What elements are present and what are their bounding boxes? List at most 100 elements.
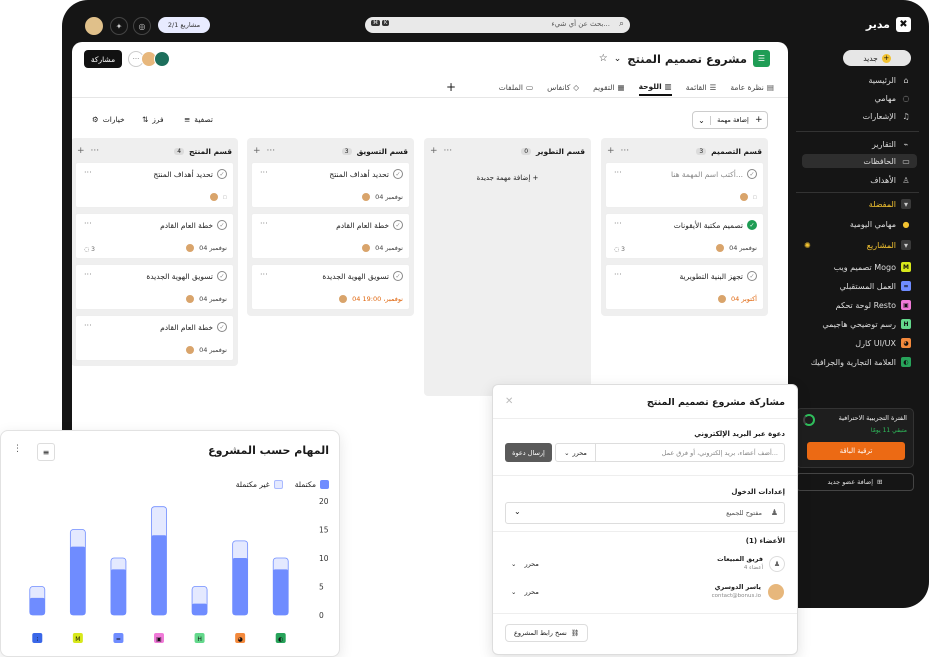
star-icon[interactable]: ☆ — [599, 53, 608, 64]
tab-2[interactable]: ▥ اللوحة — [638, 82, 672, 96]
sidebar-project-4[interactable]: كارل UI/UX ◕ — [855, 336, 911, 350]
globe-icon[interactable]: ◎ — [133, 17, 151, 35]
access-select[interactable]: ♟ مفتوح للجميع ⌄ — [505, 502, 785, 524]
tab-icon: ▭ — [526, 83, 534, 92]
check-circle-icon[interactable]: ✓ — [747, 220, 757, 230]
check-circle-icon[interactable]: ✓ — [217, 220, 227, 230]
sidebar-item-portfolios[interactable]: الحافظات ▭ — [802, 154, 917, 168]
sidebar-project-1[interactable]: العمل المستقبلي = — [840, 279, 911, 293]
task-card[interactable]: ✓ تسويق الهوية الجديدة ··· 04 نوفمبر، 19:00 — [251, 264, 410, 310]
sidebar-item-daily[interactable]: مهامي اليومية ● — [850, 217, 911, 231]
member-role-select[interactable]: ⌄ محرر — [511, 588, 539, 596]
task-card[interactable]: ✓ أكتب اسم المهمة هنا... ··· ▫ — [605, 162, 764, 208]
favorites-section[interactable]: المفضلة ▾ — [869, 197, 911, 211]
check-circle-icon[interactable]: ✓ — [747, 271, 757, 281]
projects-section[interactable]: ✺ المشاريع ▾ — [804, 238, 911, 252]
sparkle-icon[interactable]: ✦ — [110, 17, 128, 35]
task-card[interactable]: ✓ تسويق الهوية الجديدة ··· 04 نوفمبر — [75, 264, 234, 310]
add-card-icon[interactable]: + — [253, 146, 261, 156]
more-icon[interactable]: ··· — [260, 270, 268, 279]
add-task-inline[interactable]: إضافة مهمة جديدة + — [424, 174, 591, 182]
task-card[interactable]: ✓ تصميم مكتبة الأيقونات ··· 04 نوفمبر ◌ 3 — [605, 213, 764, 259]
add-task-button[interactable]: ⌄ إضافة مهمة + — [692, 111, 768, 129]
check-circle-icon[interactable]: ✓ — [217, 169, 227, 179]
check-circle-icon[interactable]: ✓ — [393, 169, 403, 179]
role-select[interactable]: ⌄ محرر — [556, 444, 596, 461]
sidebar-project-2[interactable]: لوحة تحكم Resto ▣ — [836, 298, 911, 312]
sidebar-project-0[interactable]: تصميم ويب Mogo M — [834, 260, 911, 274]
task-card[interactable]: ✓ خطة العام القادم ··· 04 نوفمبر — [75, 315, 234, 361]
sidebar-item-tasks[interactable]: مهامي ◌ — [875, 91, 911, 105]
tab-5[interactable]: ▭ الملفات — [499, 82, 533, 96]
sidebar-item-home[interactable]: الرئيسية ⌂ — [868, 73, 911, 87]
more-vertical-icon[interactable]: ⋮ — [13, 444, 22, 454]
task-card[interactable]: ✓ خطة العام القادم ··· 04 نوفمبر ◌ 3 — [75, 213, 234, 259]
add-card-icon[interactable]: + — [607, 146, 615, 156]
sort-button[interactable]: ⇅ فرز — [142, 115, 164, 124]
tab-4[interactable]: ◇ كانفاس — [547, 82, 579, 96]
comment-count-value: 3 — [621, 246, 625, 253]
share-label: مشاركة — [90, 54, 116, 64]
more-icon[interactable]: ··· — [84, 219, 92, 228]
tab-icon: ◇ — [573, 83, 580, 92]
more-icon[interactable]: ··· — [84, 168, 92, 177]
y-tick-label: 20 — [319, 497, 329, 506]
sliders-icon: ⚙ — [92, 115, 99, 124]
options-button[interactable]: ⚙ خيارات — [92, 115, 125, 124]
more-icon[interactable]: ··· — [614, 219, 622, 228]
more-icon[interactable]: ··· — [614, 270, 622, 279]
avatar-topbar[interactable] — [85, 17, 103, 35]
legend-done-label: مكتملة — [294, 480, 316, 489]
tab-1[interactable]: ☰ القائمة — [686, 82, 717, 96]
check-circle-icon[interactable]: ✓ — [217, 322, 227, 332]
filter-button[interactable]: ≡ تصفية — [184, 115, 213, 124]
check-circle-icon[interactable]: ✓ — [393, 220, 403, 230]
projects-badge[interactable]: 2/1 مشاريع — [158, 17, 210, 33]
more-icon[interactable]: ··· — [260, 219, 268, 228]
upgrade-button[interactable]: ترقية الباقة — [807, 442, 905, 460]
send-invite-button[interactable]: إرسال دعوة — [505, 443, 552, 462]
divider — [796, 192, 919, 193]
more-icon[interactable]: ··· — [267, 146, 276, 156]
task-card[interactable]: ✓ تجهز البنية التطويرية ··· 04 أكتوبر — [605, 264, 764, 310]
task-card[interactable]: ✓ خطة العام القادم ··· 04 نوفمبر — [251, 213, 410, 259]
share-button[interactable]: مشاركة — [84, 50, 122, 68]
add-member-button[interactable]: إضافة عضو جديد ⊞ — [796, 473, 914, 491]
more-icon[interactable]: ··· — [614, 168, 622, 177]
more-icon[interactable]: ··· — [621, 146, 630, 156]
sidebar-item-notifications[interactable]: الإشعارات ♫ — [863, 109, 911, 123]
team-icon: ♟ — [769, 556, 785, 572]
close-icon[interactable]: ✕ — [505, 396, 513, 407]
new-button[interactable]: جديد + — [843, 50, 911, 66]
more-icon[interactable]: ··· — [84, 270, 92, 279]
check-circle-icon[interactable]: ✓ — [393, 271, 403, 281]
add-card-icon[interactable]: + — [77, 146, 85, 156]
tab-3[interactable]: ▦ التقويم — [593, 82, 624, 96]
add-task-inline-label: إضافة مهمة جديدة — [476, 174, 531, 182]
sidebar-item-label: الرئيسية — [868, 75, 896, 85]
task-card[interactable]: ✓ تحديد أهداف المنتج ··· ▫ — [75, 162, 234, 208]
filter-icon[interactable]: ≡ — [37, 443, 55, 461]
tab-0[interactable]: ▤ نظرة عامة — [730, 82, 774, 96]
more-icon[interactable]: ··· — [444, 146, 453, 156]
more-icon[interactable]: ··· — [91, 146, 100, 156]
sidebar-item-reports[interactable]: التقارير ⌁ — [872, 137, 911, 151]
check-circle-icon[interactable]: ✓ — [217, 271, 227, 281]
sidebar-item-goals[interactable]: الأهداف ♙ — [870, 173, 911, 187]
member-avatars[interactable]: ··· — [128, 51, 170, 67]
invite-input[interactable]: أضف أعضاء، بريد إلكتروني، أو فرق عمل... … — [555, 443, 785, 462]
add-tab-icon[interactable]: + — [446, 80, 456, 94]
more-icon[interactable]: ··· — [260, 168, 268, 177]
team-role-select[interactable]: ⌄ محرر — [511, 560, 539, 568]
add-card-icon[interactable]: + — [430, 146, 438, 156]
task-card[interactable]: ✓ تحديد أهداف المنتج ··· 04 نوفمبر — [251, 162, 410, 208]
search-input[interactable]: ⌘ K بحث عن أي شيء... ⌕ — [365, 17, 630, 33]
sidebar-project-3[interactable]: رسم توضيحي هاجيمي H — [822, 317, 911, 331]
sidebar-project-5[interactable]: العلامة التجارية والجرافيك ◐ — [811, 355, 911, 369]
divider — [493, 475, 797, 476]
check-circle-icon[interactable]: ✓ — [747, 169, 757, 179]
copy-link-button[interactable]: نسخ رابط المشروع ⛓ — [505, 624, 589, 642]
chevron-down-icon[interactable]: ⌄ — [614, 54, 622, 64]
task-meta: 04 نوفمبر — [715, 243, 757, 253]
more-icon[interactable]: ··· — [84, 321, 92, 330]
